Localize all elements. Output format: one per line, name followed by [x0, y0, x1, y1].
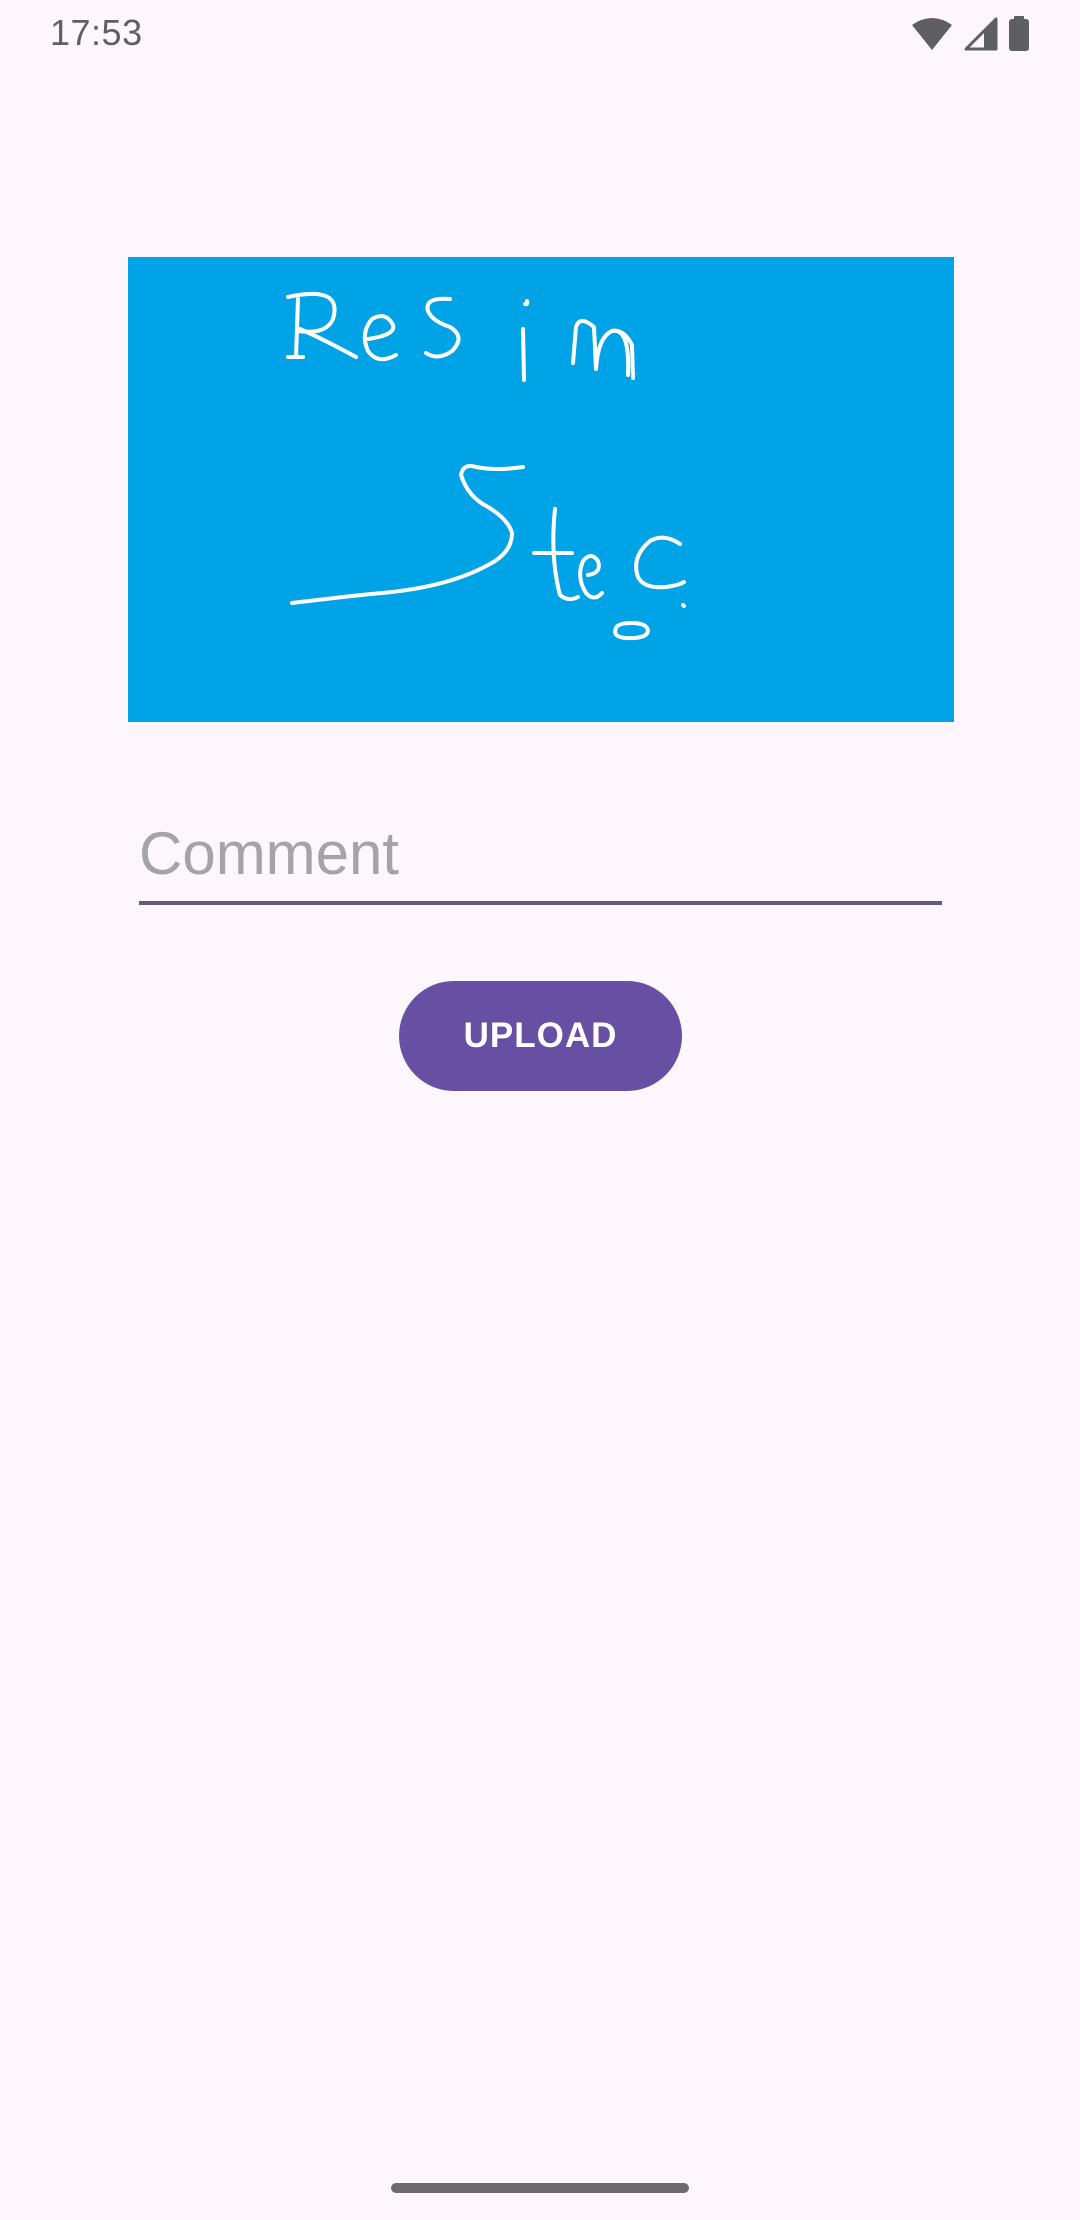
status-time: 17:53 [50, 12, 143, 53]
comment-input[interactable] [139, 805, 942, 901]
status-bar: 17:53 [0, 0, 1080, 68]
resim-sec-drawing [286, 291, 686, 641]
cell-signal-icon [964, 17, 998, 51]
comment-underline [139, 901, 942, 905]
image-picker[interactable]: Resim Seç [128, 257, 954, 722]
comment-field[interactable] [139, 805, 942, 907]
battery-icon [1008, 16, 1030, 52]
wifi-icon [910, 17, 954, 51]
upload-button[interactable]: UPLOAD [399, 981, 682, 1091]
status-icons [910, 14, 1030, 54]
navigation-handle[interactable] [391, 2183, 689, 2193]
